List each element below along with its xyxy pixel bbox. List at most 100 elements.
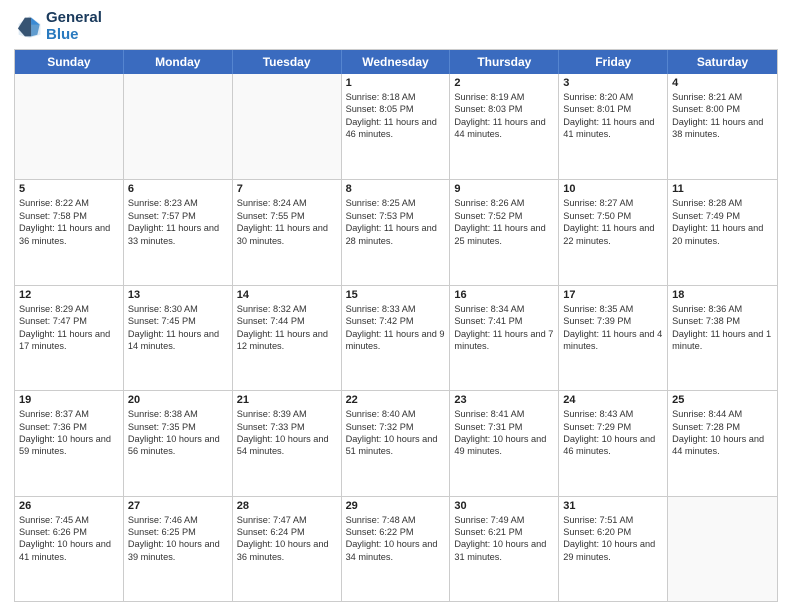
calendar-cell <box>15 74 124 179</box>
sunset-line: Sunset: 6:21 PM <box>454 526 554 538</box>
sunset-line: Sunset: 7:39 PM <box>563 315 663 327</box>
calendar-cell: 16 Sunrise: 8:34 AM Sunset: 7:41 PM Dayl… <box>450 286 559 390</box>
calendar-row: 5 Sunrise: 8:22 AM Sunset: 7:58 PM Dayli… <box>15 179 777 284</box>
day-number: 6 <box>128 183 228 195</box>
calendar-cell: 3 Sunrise: 8:20 AM Sunset: 8:01 PM Dayli… <box>559 74 668 179</box>
sunrise-line: Sunrise: 8:30 AM <box>128 303 228 315</box>
calendar-header-cell: Sunday <box>15 50 124 74</box>
day-number: 27 <box>128 500 228 512</box>
sunrise-line: Sunrise: 7:47 AM <box>237 514 337 526</box>
day-number: 2 <box>454 77 554 89</box>
daylight-line: Daylight: 11 hours and 22 minutes. <box>563 222 663 247</box>
calendar-cell: 2 Sunrise: 8:19 AM Sunset: 8:03 PM Dayli… <box>450 74 559 179</box>
calendar-header-cell: Friday <box>559 50 668 74</box>
sunrise-line: Sunrise: 8:40 AM <box>346 408 446 420</box>
daylight-line: Daylight: 10 hours and 39 minutes. <box>128 538 228 563</box>
calendar-cell: 11 Sunrise: 8:28 AM Sunset: 7:49 PM Dayl… <box>668 180 777 284</box>
calendar-cell: 17 Sunrise: 8:35 AM Sunset: 7:39 PM Dayl… <box>559 286 668 390</box>
sunset-line: Sunset: 7:45 PM <box>128 315 228 327</box>
daylight-line: Daylight: 11 hours and 30 minutes. <box>237 222 337 247</box>
calendar-cell: 20 Sunrise: 8:38 AM Sunset: 7:35 PM Dayl… <box>124 391 233 495</box>
calendar-cell: 19 Sunrise: 8:37 AM Sunset: 7:36 PM Dayl… <box>15 391 124 495</box>
sunset-line: Sunset: 7:41 PM <box>454 315 554 327</box>
sunrise-line: Sunrise: 8:36 AM <box>672 303 773 315</box>
sunset-line: Sunset: 7:57 PM <box>128 210 228 222</box>
daylight-line: Daylight: 10 hours and 56 minutes. <box>128 433 228 458</box>
calendar-cell: 18 Sunrise: 8:36 AM Sunset: 7:38 PM Dayl… <box>668 286 777 390</box>
sunrise-line: Sunrise: 8:18 AM <box>346 91 446 103</box>
daylight-line: Daylight: 10 hours and 29 minutes. <box>563 538 663 563</box>
calendar-cell: 6 Sunrise: 8:23 AM Sunset: 7:57 PM Dayli… <box>124 180 233 284</box>
day-number: 4 <box>672 77 773 89</box>
daylight-line: Daylight: 10 hours and 36 minutes. <box>237 538 337 563</box>
sunset-line: Sunset: 7:29 PM <box>563 421 663 433</box>
daylight-line: Daylight: 11 hours and 4 minutes. <box>563 328 663 353</box>
calendar-cell: 13 Sunrise: 8:30 AM Sunset: 7:45 PM Dayl… <box>124 286 233 390</box>
calendar-cell: 23 Sunrise: 8:41 AM Sunset: 7:31 PM Dayl… <box>450 391 559 495</box>
calendar-body: 1 Sunrise: 8:18 AM Sunset: 8:05 PM Dayli… <box>15 74 777 601</box>
day-number: 23 <box>454 394 554 406</box>
logo-text: General Blue <box>46 10 102 43</box>
day-number: 13 <box>128 289 228 301</box>
day-number: 21 <box>237 394 337 406</box>
day-number: 12 <box>19 289 119 301</box>
sunset-line: Sunset: 7:32 PM <box>346 421 446 433</box>
daylight-line: Daylight: 11 hours and 36 minutes. <box>19 222 119 247</box>
daylight-line: Daylight: 11 hours and 46 minutes. <box>346 116 446 141</box>
sunset-line: Sunset: 7:28 PM <box>672 421 773 433</box>
page: General Blue SundayMondayTuesdayWednesda… <box>0 0 792 612</box>
day-number: 30 <box>454 500 554 512</box>
day-number: 8 <box>346 183 446 195</box>
daylight-line: Daylight: 11 hours and 1 minute. <box>672 328 773 353</box>
calendar-cell: 1 Sunrise: 8:18 AM Sunset: 8:05 PM Dayli… <box>342 74 451 179</box>
day-number: 1 <box>346 77 446 89</box>
calendar-cell: 28 Sunrise: 7:47 AM Sunset: 6:24 PM Dayl… <box>233 497 342 601</box>
calendar-cell: 10 Sunrise: 8:27 AM Sunset: 7:50 PM Dayl… <box>559 180 668 284</box>
sunrise-line: Sunrise: 8:25 AM <box>346 197 446 209</box>
calendar-cell: 4 Sunrise: 8:21 AM Sunset: 8:00 PM Dayli… <box>668 74 777 179</box>
daylight-line: Daylight: 11 hours and 7 minutes. <box>454 328 554 353</box>
daylight-line: Daylight: 11 hours and 41 minutes. <box>563 116 663 141</box>
logo-icon <box>14 13 42 41</box>
day-number: 22 <box>346 394 446 406</box>
daylight-line: Daylight: 10 hours and 49 minutes. <box>454 433 554 458</box>
daylight-line: Daylight: 11 hours and 17 minutes. <box>19 328 119 353</box>
daylight-line: Daylight: 11 hours and 14 minutes. <box>128 328 228 353</box>
daylight-line: Daylight: 11 hours and 12 minutes. <box>237 328 337 353</box>
sunrise-line: Sunrise: 8:33 AM <box>346 303 446 315</box>
sunset-line: Sunset: 7:52 PM <box>454 210 554 222</box>
sunrise-line: Sunrise: 7:45 AM <box>19 514 119 526</box>
day-number: 16 <box>454 289 554 301</box>
sunset-line: Sunset: 7:42 PM <box>346 315 446 327</box>
sunset-line: Sunset: 7:50 PM <box>563 210 663 222</box>
calendar-cell <box>124 74 233 179</box>
day-number: 7 <box>237 183 337 195</box>
sunrise-line: Sunrise: 8:37 AM <box>19 408 119 420</box>
sunrise-line: Sunrise: 8:34 AM <box>454 303 554 315</box>
day-number: 3 <box>563 77 663 89</box>
daylight-line: Daylight: 10 hours and 41 minutes. <box>19 538 119 563</box>
sunrise-line: Sunrise: 7:46 AM <box>128 514 228 526</box>
sunset-line: Sunset: 7:33 PM <box>237 421 337 433</box>
day-number: 31 <box>563 500 663 512</box>
sunrise-line: Sunrise: 8:43 AM <box>563 408 663 420</box>
sunrise-line: Sunrise: 8:32 AM <box>237 303 337 315</box>
daylight-line: Daylight: 11 hours and 38 minutes. <box>672 116 773 141</box>
calendar-header-cell: Wednesday <box>342 50 451 74</box>
daylight-line: Daylight: 10 hours and 54 minutes. <box>237 433 337 458</box>
header: General Blue <box>14 10 778 43</box>
sunrise-line: Sunrise: 8:29 AM <box>19 303 119 315</box>
sunset-line: Sunset: 7:31 PM <box>454 421 554 433</box>
daylight-line: Daylight: 11 hours and 44 minutes. <box>454 116 554 141</box>
day-number: 25 <box>672 394 773 406</box>
daylight-line: Daylight: 11 hours and 28 minutes. <box>346 222 446 247</box>
calendar-cell: 29 Sunrise: 7:48 AM Sunset: 6:22 PM Dayl… <box>342 497 451 601</box>
sunrise-line: Sunrise: 7:49 AM <box>454 514 554 526</box>
sunset-line: Sunset: 8:03 PM <box>454 103 554 115</box>
sunset-line: Sunset: 8:05 PM <box>346 103 446 115</box>
calendar-header-row: SundayMondayTuesdayWednesdayThursdayFrid… <box>15 50 777 74</box>
sunrise-line: Sunrise: 8:27 AM <box>563 197 663 209</box>
sunrise-line: Sunrise: 7:48 AM <box>346 514 446 526</box>
sunset-line: Sunset: 7:38 PM <box>672 315 773 327</box>
sunrise-line: Sunrise: 8:19 AM <box>454 91 554 103</box>
